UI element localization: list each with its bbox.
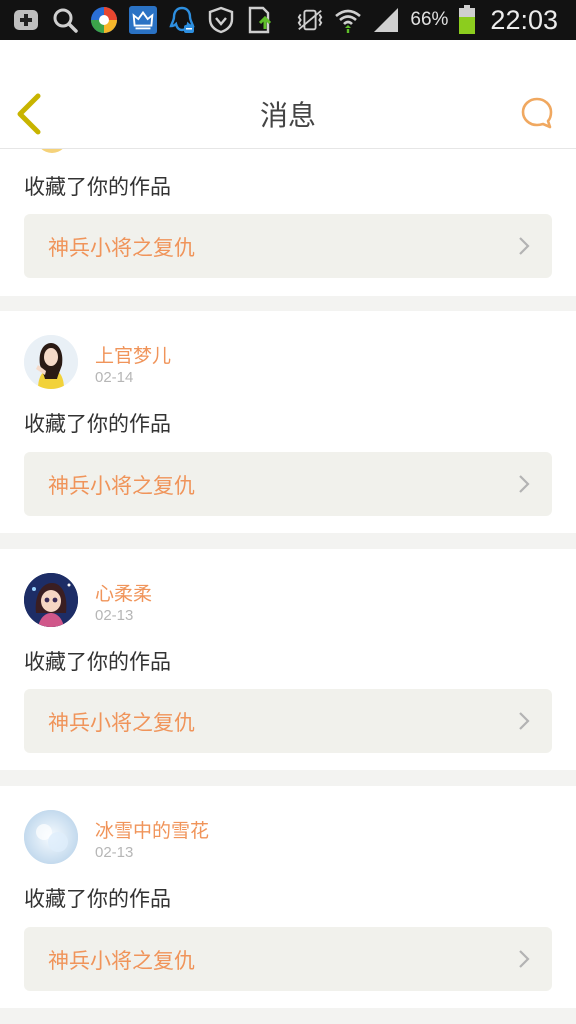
- chevron-right-icon: [519, 475, 530, 493]
- message-list[interactable]: 收藏了你的作品 神兵小将之复仇 上官梦儿 02-14 收藏了你的作品 神兵小将之…: [0, 149, 576, 1024]
- work-link[interactable]: 神兵小将之复仇: [24, 927, 552, 991]
- chevron-right-icon: [519, 950, 530, 968]
- user-name[interactable]: 冰雪中的雪花: [95, 816, 209, 843]
- message-card: 冰雪中的雪花 02-13 收藏了你的作品 神兵小将之复仇: [0, 786, 576, 1008]
- message-date: 02-14: [95, 369, 134, 386]
- battery-percent: 66%: [410, 9, 449, 30]
- message-card: 上官梦儿 02-14 收藏了你的作品 神兵小将之复仇: [0, 311, 576, 533]
- work-title: 神兵小将之复仇: [48, 236, 195, 260]
- work-link[interactable]: 神兵小将之复仇: [24, 214, 552, 278]
- message-card: 收藏了你的作品 神兵小将之复仇: [0, 149, 576, 296]
- crown-app-icon: [129, 6, 157, 34]
- search-icon: [51, 6, 79, 34]
- user-avatar-image: [24, 335, 78, 389]
- colorful-app-icon: [90, 6, 118, 34]
- page-title: 消息: [259, 99, 316, 132]
- work-title: 神兵小将之复仇: [48, 474, 195, 498]
- message-date: 02-13: [95, 607, 134, 624]
- chevron-right-icon: [519, 237, 530, 255]
- clock: 22:03: [490, 4, 558, 35]
- vibrate-icon: [296, 6, 324, 34]
- message-action-text: 收藏了你的作品: [24, 650, 171, 674]
- user-name[interactable]: 心柔柔: [95, 579, 152, 606]
- battery-icon: [458, 5, 476, 34]
- qq-notification-icon: [168, 6, 196, 34]
- shield-icon: [207, 6, 235, 34]
- plus-app-icon: [12, 6, 40, 34]
- user-avatar-image: [24, 573, 78, 627]
- system-status-icons: 66% 22:03: [296, 0, 558, 40]
- message-date: 02-13: [95, 844, 134, 861]
- user-name[interactable]: 上官梦儿: [95, 341, 171, 368]
- chevron-right-icon: [519, 712, 530, 730]
- message-action-text: 收藏了你的作品: [24, 175, 171, 199]
- work-title: 神兵小将之复仇: [48, 711, 195, 735]
- chat-bubble-icon: [521, 97, 553, 129]
- status-bar: 66% 22:03: [0, 0, 576, 40]
- work-link[interactable]: 神兵小将之复仇: [24, 452, 552, 516]
- avatar[interactable]: [24, 573, 78, 627]
- notification-icons: [12, 4, 274, 36]
- chat-button[interactable]: [520, 96, 554, 130]
- download-icon: [246, 6, 274, 34]
- work-link[interactable]: 神兵小将之复仇: [24, 689, 552, 753]
- work-title: 神兵小将之复仇: [48, 949, 195, 973]
- avatar[interactable]: [36, 149, 68, 153]
- avatar[interactable]: [24, 335, 78, 389]
- signal-icon: [372, 6, 400, 34]
- message-action-text: 收藏了你的作品: [24, 887, 171, 911]
- message-action-text: 收藏了你的作品: [24, 412, 171, 436]
- header-bar: 消息: [0, 40, 576, 149]
- wifi-icon: [334, 6, 362, 34]
- avatar[interactable]: [24, 810, 78, 864]
- user-avatar-image: [24, 810, 78, 864]
- message-card: 心柔柔 02-13 收藏了你的作品 神兵小将之复仇: [0, 549, 576, 770]
